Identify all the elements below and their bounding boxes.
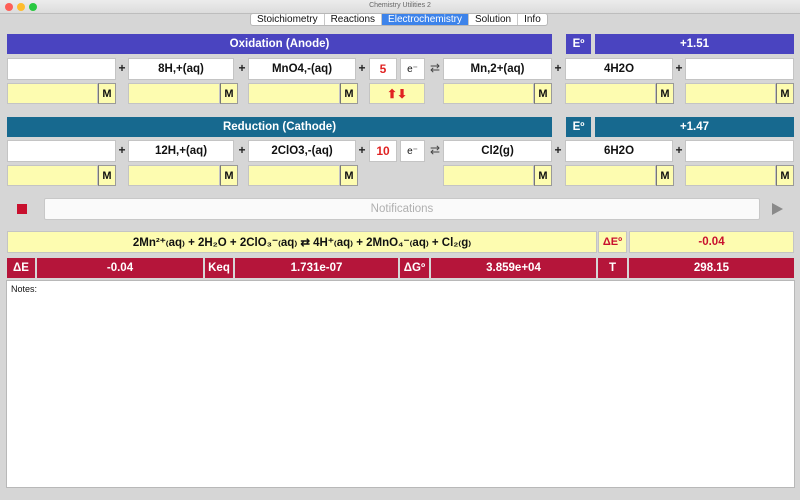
temperature-value: 298.15 bbox=[629, 258, 794, 278]
reduction-molarity-input-3[interactable] bbox=[248, 165, 340, 186]
reduction-electron-label: e⁻ bbox=[400, 140, 425, 162]
delta-e0-label: ΔEº bbox=[598, 231, 627, 253]
plus-sign: + bbox=[675, 61, 683, 75]
tab-bar: Stoichiometry Reactions Electrochemistry… bbox=[250, 13, 548, 26]
reduction-species-input-5[interactable]: 6H2O bbox=[565, 140, 673, 162]
plus-sign: + bbox=[238, 143, 246, 157]
molarity-unit-label: M bbox=[656, 83, 674, 104]
reduction-species-input-3[interactable]: 2ClO3,-(aq) bbox=[248, 140, 356, 162]
oxidation-species-input-4[interactable]: Mn,2+(aq) bbox=[443, 58, 552, 80]
oxidation-molarity-input-4[interactable] bbox=[443, 83, 534, 104]
overall-equation: 2Mn²⁺₍aq₎ + 2H₂O + 2ClO₃⁻₍aq₎ ⇄ 4H⁺₍aq₎ … bbox=[7, 231, 597, 253]
plus-sign: + bbox=[238, 61, 246, 75]
plus-sign: + bbox=[118, 143, 126, 157]
molarity-unit-label: M bbox=[220, 165, 238, 186]
oxidation-e0-label: Eº bbox=[566, 34, 591, 54]
oxidation-molarity-input-2[interactable] bbox=[128, 83, 220, 104]
reduction-species-input-4[interactable]: Cl2(g) bbox=[443, 140, 552, 162]
notifications-field[interactable]: Notifications bbox=[44, 198, 760, 220]
plus-sign: + bbox=[675, 143, 683, 157]
oxidation-species-input-5[interactable]: 4H2O bbox=[565, 58, 673, 80]
molarity-unit-label: M bbox=[98, 83, 116, 104]
tab-electrochemistry[interactable]: Electrochemistry bbox=[382, 14, 469, 25]
molarity-unit-label: M bbox=[340, 165, 358, 186]
keq-label: Keq bbox=[205, 258, 233, 278]
delta-g0-label: ΔGº bbox=[400, 258, 429, 278]
temperature-label: T bbox=[598, 258, 627, 278]
molarity-unit-label: M bbox=[340, 83, 358, 104]
plus-sign: + bbox=[554, 61, 562, 75]
reduction-species-input-1[interactable] bbox=[7, 140, 116, 162]
window-title: Chemistry Utilities 2 bbox=[369, 2, 431, 9]
equilibrium-arrow-icon: ⇄ bbox=[429, 61, 441, 75]
delta-g0-value: 3.859e+04 bbox=[431, 258, 596, 278]
notes-label: Notes: bbox=[11, 284, 38, 294]
reduction-e0-label: Eº bbox=[566, 117, 591, 137]
delta-e0-value: -0.04 bbox=[629, 231, 794, 253]
equilibrium-arrow-icon: ⇄ bbox=[429, 143, 441, 157]
molarity-unit-label: M bbox=[220, 83, 238, 104]
reduction-molarity-input-5[interactable] bbox=[565, 165, 656, 186]
oxidation-molarity-input-1[interactable] bbox=[7, 83, 98, 104]
oxidation-electron-label: e⁻ bbox=[400, 58, 425, 80]
tab-stoichiometry[interactable]: Stoichiometry bbox=[251, 14, 325, 25]
molarity-unit-label: M bbox=[534, 165, 552, 186]
reduction-molarity-input-1[interactable] bbox=[7, 165, 98, 186]
oxidation-species-input-1[interactable] bbox=[7, 58, 116, 80]
oxidation-molarity-input-3[interactable] bbox=[248, 83, 340, 104]
delta-e-value: -0.04 bbox=[37, 258, 203, 278]
reduction-header: Reduction (Cathode) bbox=[7, 117, 552, 137]
reduction-e0-value: +1.47 bbox=[595, 117, 794, 137]
reduction-molarity-input-6[interactable] bbox=[685, 165, 776, 186]
molarity-unit-label: M bbox=[776, 83, 794, 104]
molarity-unit-label: M bbox=[534, 83, 552, 104]
oxidation-species-input-6[interactable] bbox=[685, 58, 794, 80]
delta-e-label: ΔE bbox=[7, 258, 35, 278]
oxidation-species-input-2[interactable]: 8H,+(aq) bbox=[128, 58, 234, 80]
plus-sign: + bbox=[554, 143, 562, 157]
tab-info[interactable]: Info bbox=[518, 14, 547, 25]
oxidation-header: Oxidation (Anode) bbox=[7, 34, 552, 54]
reduction-molarity-input-4[interactable] bbox=[443, 165, 534, 186]
notes-textarea[interactable]: Notes: bbox=[6, 280, 795, 488]
oxidation-species-input-3[interactable]: MnO4,-(aq) bbox=[248, 58, 356, 80]
reduction-electron-count[interactable]: 10 bbox=[369, 140, 397, 162]
oxidation-electron-count[interactable]: 5 bbox=[369, 58, 397, 80]
keq-value: 1.731e-07 bbox=[235, 258, 398, 278]
oxidation-e0-value: +1.51 bbox=[595, 34, 794, 54]
oxidation-molarity-input-6[interactable] bbox=[685, 83, 776, 104]
plus-sign: + bbox=[358, 143, 366, 157]
tab-solution[interactable]: Solution bbox=[469, 14, 519, 25]
reduction-molarity-input-2[interactable] bbox=[128, 165, 220, 186]
tab-reactions[interactable]: Reactions bbox=[325, 14, 383, 25]
electron-swap-arrows-button[interactable]: ⬆⬇ bbox=[369, 83, 425, 104]
reduction-species-input-2[interactable]: 12H,+(aq) bbox=[128, 140, 234, 162]
stop-button[interactable] bbox=[17, 204, 27, 214]
molarity-unit-label: M bbox=[776, 165, 794, 186]
play-icon[interactable] bbox=[772, 203, 783, 215]
plus-sign: + bbox=[118, 61, 126, 75]
reduction-species-input-6[interactable] bbox=[685, 140, 794, 162]
plus-sign: + bbox=[358, 61, 366, 75]
molarity-unit-label: M bbox=[98, 165, 116, 186]
oxidation-molarity-input-5[interactable] bbox=[565, 83, 656, 104]
molarity-unit-label: M bbox=[656, 165, 674, 186]
